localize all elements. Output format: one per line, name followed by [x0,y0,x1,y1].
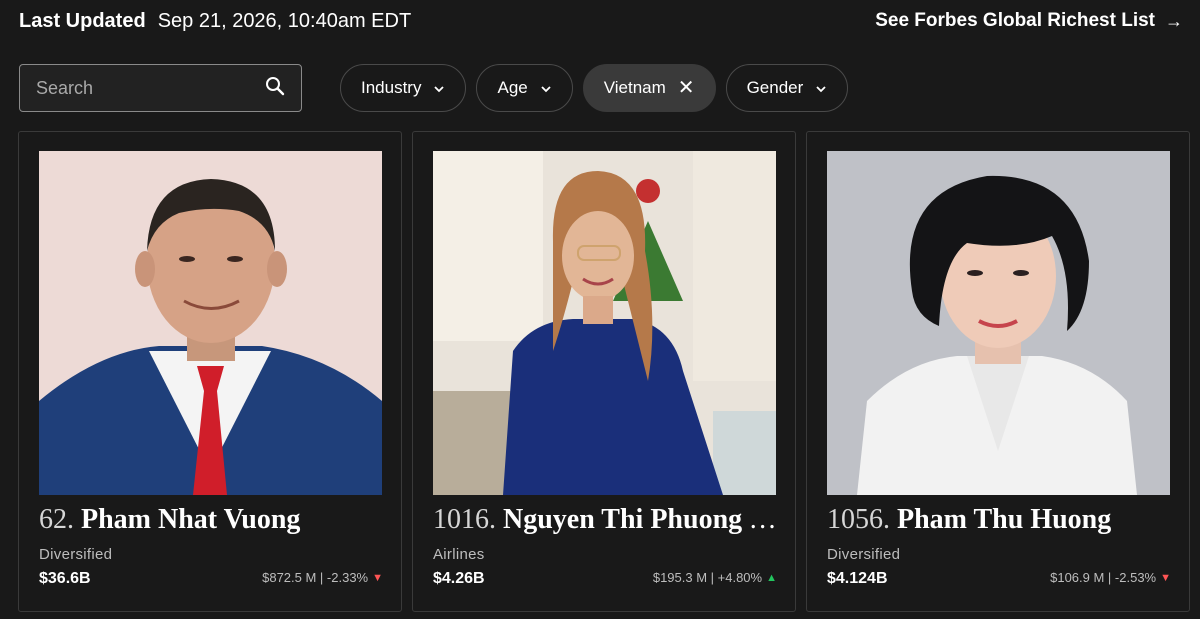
search-box[interactable] [19,64,302,112]
age-filter[interactable]: Age [476,64,573,112]
country-filter-vietnam[interactable]: Vietnam ✕ [582,64,716,112]
profile-photo[interactable] [433,151,776,495]
industry: Diversified [827,546,901,563]
billionaire-card[interactable]: 1056. Pham Thu Huong Diversified $4.124B… [806,131,1190,612]
change-value: $106.9 M | -2.53% [1050,570,1157,585]
country-filter-label: Vietnam [603,78,666,97]
last-updated-value: Sep 21, 2026, 10:40am EDT [157,9,412,32]
last-updated: Last Updated Sep 21, 2026, 10:40am EDT [19,10,411,33]
rank: 1056. [827,504,890,535]
name-line[interactable]: 1016. Nguyen Thi Phuong Thao [433,504,778,536]
gender-filter-label: Gender [746,78,804,97]
daily-change: $195.3 M | +4.80% ▲ [653,570,777,585]
rank: 62. [39,504,74,535]
arrow-right-icon: → [1165,10,1183,31]
billionaire-card[interactable]: 62. Pham Nhat Vuong Diversified $36.6B $… [18,131,402,612]
person-name[interactable]: Nguyen Thi Phuong Thao [503,504,778,535]
daily-change: $106.9 M | -2.53% ▼ [1050,570,1171,585]
industry: Airlines [433,546,485,563]
chevron-down-icon [433,78,445,98]
search-input[interactable] [36,77,246,99]
triangle-up-icon: ▲ [766,571,777,584]
change-value: $872.5 M | -2.33% [262,570,369,585]
filter-bar: Industry Age Vietnam ✕ Gender [19,64,858,112]
net-worth: $4.26B [433,570,485,587]
rank: 1016. [433,504,496,535]
name-line[interactable]: 1056. Pham Thu Huong [827,504,1172,536]
name-line[interactable]: 62. Pham Nhat Vuong [39,504,384,536]
net-worth: $36.6B [39,570,91,587]
chevron-down-icon [815,78,827,98]
last-updated-label: Last Updated [19,9,146,32]
close-icon[interactable]: ✕ [678,78,695,98]
global-richest-list-link[interactable]: See Forbes Global Richest List → [875,10,1183,32]
industry-filter[interactable]: Industry [340,64,467,112]
age-filter-label: Age [497,78,528,97]
person-name[interactable]: Pham Thu Huong [897,504,1111,535]
billionaire-card[interactable]: 1016. Nguyen Thi Phuong Thao Airlines $4… [412,131,796,612]
net-worth: $4.124B [827,570,888,587]
chevron-down-icon [540,78,552,98]
billionaire-cards: 62. Pham Nhat Vuong Diversified $36.6B $… [18,131,1190,612]
profile-photo[interactable] [827,151,1170,495]
richest-link-label: See Forbes Global Richest List [875,10,1155,31]
search-icon[interactable] [265,76,285,101]
change-value: $195.3 M | +4.80% [652,570,763,585]
triangle-down-icon: ▼ [372,571,383,584]
top-bar: Last Updated Sep 21, 2026, 10:40am EDT S… [19,8,1183,34]
industry: Diversified [39,546,113,563]
daily-change: $872.5 M | -2.33% ▼ [262,570,383,585]
triangle-down-icon: ▼ [1160,571,1171,584]
industry-filter-label: Industry [361,78,422,97]
gender-filter[interactable]: Gender [725,64,849,112]
person-name[interactable]: Pham Nhat Vuong [81,504,300,535]
profile-photo[interactable] [39,151,382,495]
